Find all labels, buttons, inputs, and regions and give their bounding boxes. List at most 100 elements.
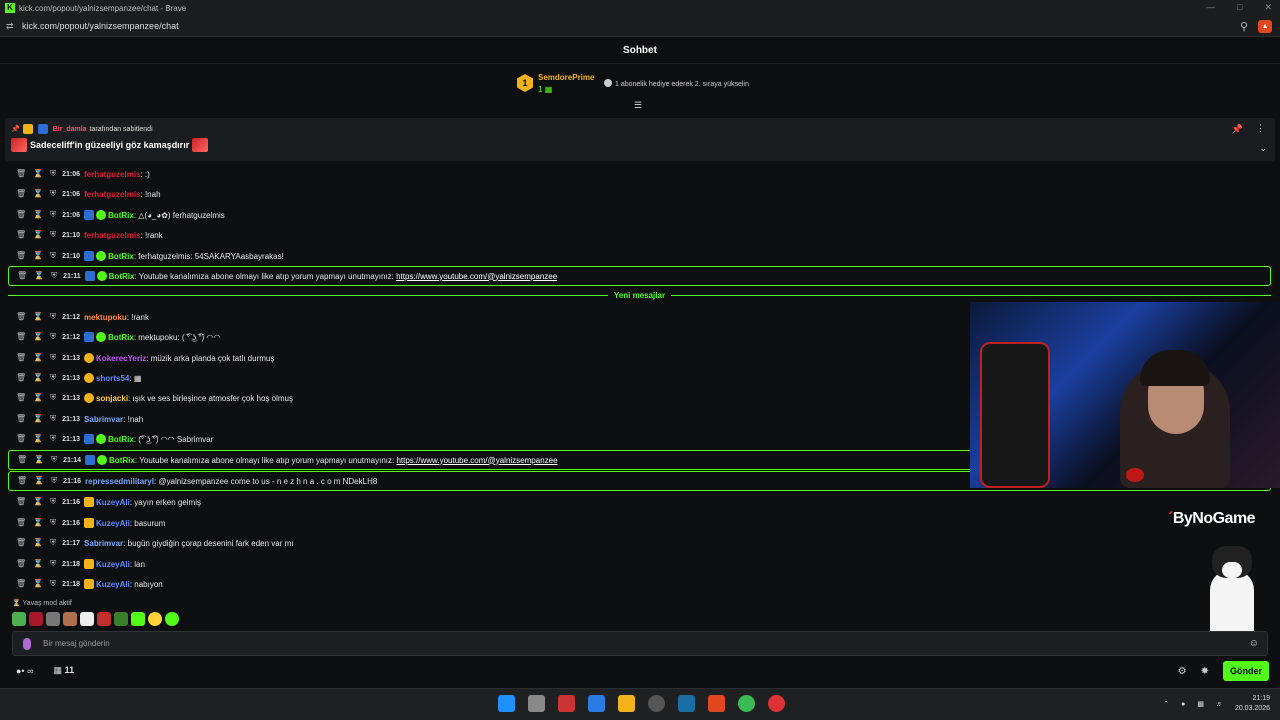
close-button[interactable]: ✕ [1264, 2, 1272, 13]
address-bar[interactable]: ⇄ kick.com/popout/yalnizsempanzee/chat ⚲… [0, 16, 1280, 37]
delete-icon[interactable]: 🗑 [17, 476, 27, 486]
more-options-icon[interactable]: ⋮ [1256, 123, 1265, 134]
start-icon[interactable] [498, 695, 515, 712]
message-username[interactable]: ferhatguzelmis [84, 231, 140, 240]
ban-icon[interactable]: ⛨ [51, 476, 57, 486]
message-username[interactable]: KuzeyAli [96, 519, 130, 528]
message-username[interactable]: BotRix [108, 435, 134, 444]
message-username[interactable]: shorts54 [96, 374, 129, 383]
brave-icon[interactable] [708, 695, 725, 712]
gear-icon[interactable]: ⚙ [1178, 666, 1187, 677]
emote-menu-icon[interactable]: ✸ [1201, 666, 1209, 677]
ban-icon[interactable]: ⛨ [50, 312, 56, 322]
timeout-icon[interactable]: ⌛ [33, 393, 43, 403]
timeout-icon[interactable]: ⌛ [33, 373, 43, 383]
emote-icon[interactable] [63, 612, 77, 626]
ban-icon[interactable]: ⛨ [50, 373, 56, 383]
message-username[interactable]: ferhatguzelmis [84, 170, 140, 179]
search-icon[interactable]: ⚲ [1240, 20, 1248, 33]
delete-icon[interactable]: 🗑 [16, 230, 26, 240]
message-username[interactable]: BotRix [109, 456, 135, 465]
volume-icon[interactable]: ♬ [1216, 701, 1223, 708]
ban-icon[interactable]: ⛨ [50, 538, 56, 548]
delete-icon[interactable]: 🗑 [16, 210, 26, 220]
ban-icon[interactable]: ⛨ [50, 169, 56, 179]
delete-icon[interactable]: 🗑 [16, 251, 26, 261]
emote-icon[interactable] [46, 612, 60, 626]
timeout-icon[interactable]: ⌛ [33, 434, 43, 444]
delete-icon[interactable]: 🗑 [17, 271, 27, 281]
ban-icon[interactable]: ⛨ [51, 271, 57, 281]
ban-icon[interactable]: ⛨ [50, 353, 56, 363]
maximize-button[interactable]: □ [1237, 2, 1242, 13]
timeout-icon[interactable]: ⌛ [33, 518, 43, 528]
message-username[interactable]: ferhatguzelmis [84, 190, 140, 199]
timeout-icon[interactable]: ⌛ [34, 455, 44, 465]
emote-icon[interactable] [131, 612, 145, 626]
channel-points[interactable]: ●• ∞ [16, 666, 34, 676]
steam-icon[interactable] [678, 695, 695, 712]
delete-icon[interactable]: 🗑 [17, 455, 27, 465]
app-icon[interactable] [588, 695, 605, 712]
clock[interactable]: 21:19 20.03.2026 [1235, 694, 1270, 714]
message-username[interactable]: BotRix [108, 333, 134, 342]
delete-icon[interactable]: 🗑 [16, 332, 26, 342]
timeout-icon[interactable]: ⌛ [33, 169, 43, 179]
message-username[interactable]: KuzeyAli [96, 580, 130, 589]
ban-icon[interactable]: ⛨ [50, 189, 56, 199]
message-username[interactable]: KuzeyAli [96, 560, 130, 569]
ban-icon[interactable]: ⛨ [50, 332, 56, 342]
minimize-button[interactable]: — [1206, 2, 1215, 13]
delete-icon[interactable]: 🗑 [16, 434, 26, 444]
timeout-icon[interactable]: ⌛ [34, 271, 44, 281]
ban-icon[interactable]: ⛨ [50, 559, 56, 569]
monitor-icon[interactable]: ▩ [1197, 700, 1204, 708]
emote-icon[interactable] [148, 612, 162, 626]
delete-icon[interactable]: 🗑 [16, 414, 26, 424]
delete-icon[interactable]: 🗑 [16, 497, 26, 507]
ban-icon[interactable]: ⛨ [50, 518, 56, 528]
pinned-by-user[interactable]: Bir_damla [53, 126, 87, 133]
delete-icon[interactable]: 🗑 [16, 559, 26, 569]
app-icon[interactable] [648, 695, 665, 712]
emoji-picker-icon[interactable]: ☺ [1249, 638, 1259, 649]
ban-icon[interactable]: ⛨ [50, 497, 56, 507]
timeout-icon[interactable]: ⌛ [33, 353, 43, 363]
timeout-icon[interactable]: ⌛ [33, 559, 43, 569]
chrome-icon[interactable] [768, 695, 785, 712]
delete-icon[interactable]: 🗑 [16, 169, 26, 179]
delete-icon[interactable]: 🗑 [16, 312, 26, 322]
message-username[interactable]: KuzeyAli [96, 498, 130, 507]
message-username[interactable]: Sabrimvar [84, 539, 123, 548]
emote-icon[interactable] [97, 612, 111, 626]
unpin-icon[interactable]: 📌 [1232, 124, 1243, 135]
mic-icon[interactable] [23, 638, 31, 650]
message-username[interactable]: sonjacki [96, 394, 128, 403]
message-link[interactable]: https://www.youtube.com/@yalnizsempanzee [396, 456, 557, 465]
timeout-icon[interactable]: ⌛ [33, 251, 43, 261]
ban-icon[interactable]: ⛨ [50, 210, 56, 220]
message-input[interactable]: Bir mesaj gönderin ☺ [12, 631, 1268, 656]
ban-icon[interactable]: ⛨ [50, 434, 56, 444]
send-button[interactable]: Gönder [1222, 661, 1269, 681]
timeout-icon[interactable]: ⌛ [33, 538, 43, 548]
message-username[interactable]: BotRix [108, 211, 134, 220]
timeout-icon[interactable]: ⌛ [33, 414, 43, 424]
message-username[interactable]: BotRix [109, 272, 135, 281]
taskview-icon[interactable] [528, 695, 545, 712]
timeout-icon[interactable]: ⌛ [33, 230, 43, 240]
timeout-icon[interactable]: ⌛ [34, 476, 44, 486]
emote-icon[interactable] [114, 612, 128, 626]
leader-name[interactable]: SemdorePrime [538, 73, 594, 82]
delete-icon[interactable]: 🗑 [16, 579, 26, 589]
file-explorer-icon[interactable] [618, 695, 635, 712]
timeout-icon[interactable]: ⌛ [33, 579, 43, 589]
emote-icon[interactable] [29, 612, 43, 626]
emote-icon[interactable] [12, 612, 26, 626]
ban-icon[interactable]: ⛨ [50, 251, 56, 261]
delete-icon[interactable]: 🗑 [16, 393, 26, 403]
chrome-icon[interactable] [738, 695, 755, 712]
message-username[interactable]: repressedmilitaryl [85, 477, 154, 486]
message-username[interactable]: KokerecYeriz [96, 354, 146, 363]
emote-icon[interactable] [165, 612, 179, 626]
